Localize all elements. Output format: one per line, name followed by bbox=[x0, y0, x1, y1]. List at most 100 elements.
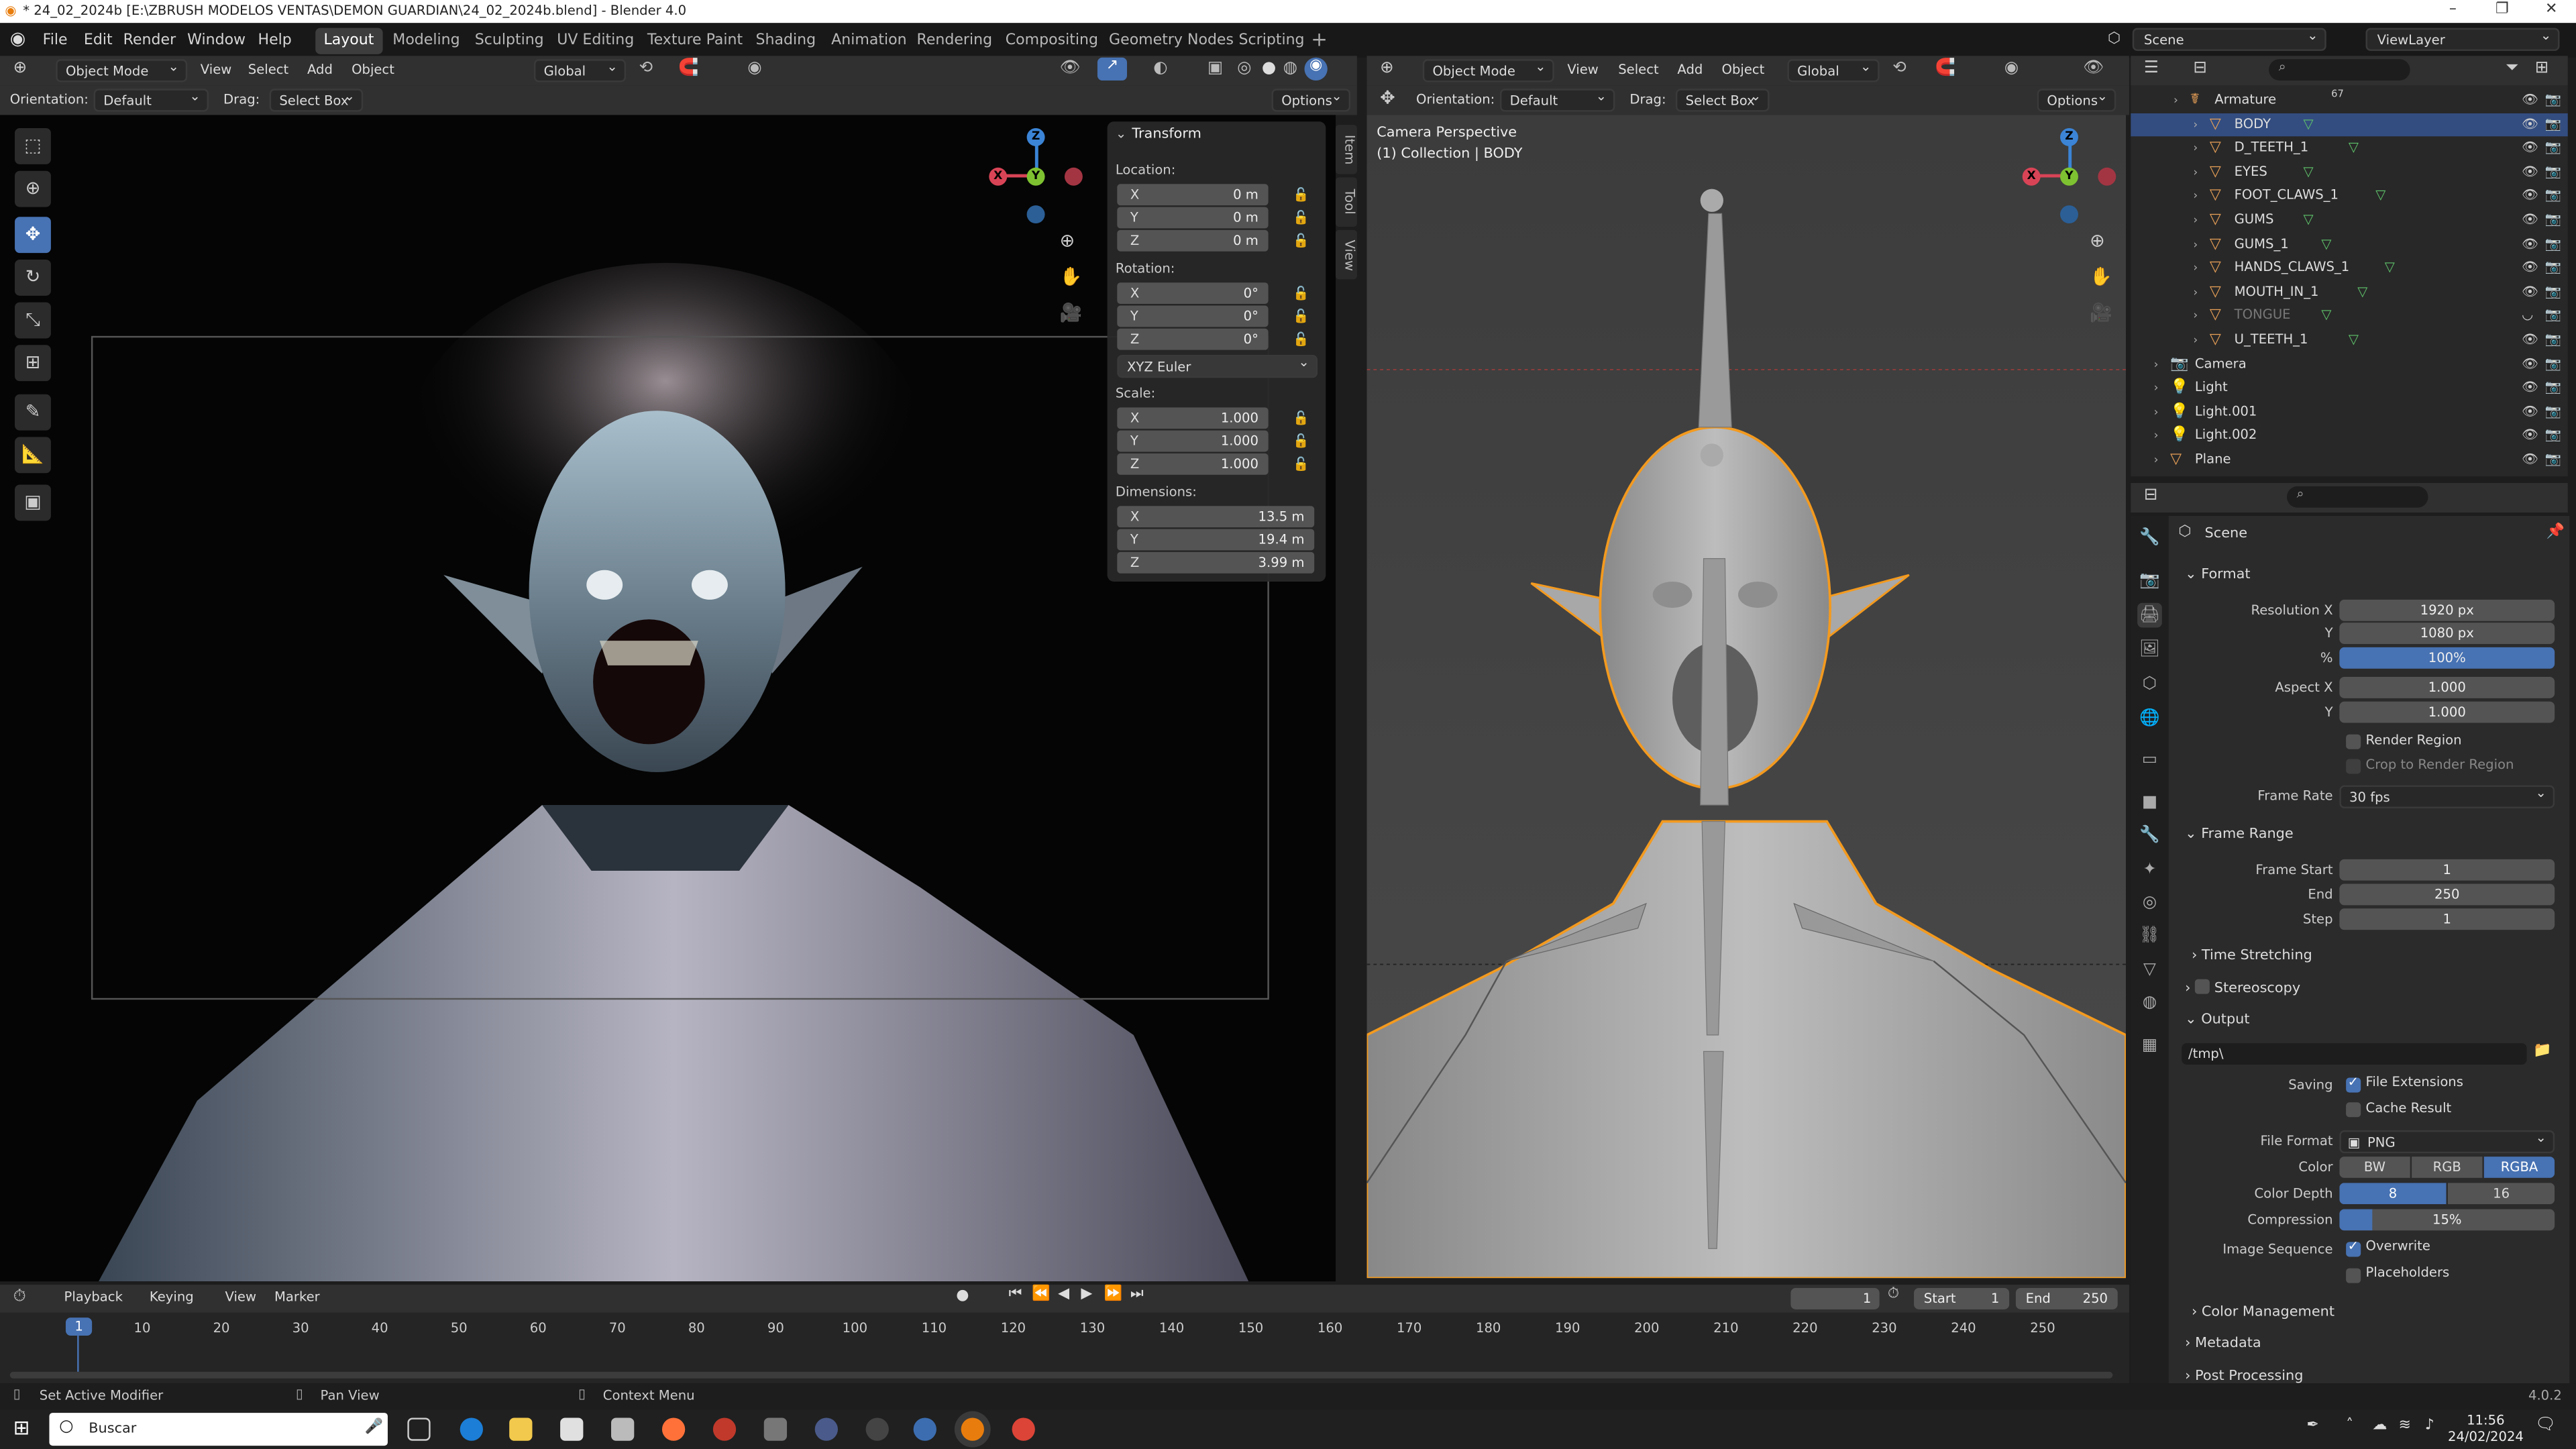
taskbar-date[interactable]: 24/02/2024 bbox=[2448, 1430, 2524, 1444]
visibility-icon[interactable]: 👁 bbox=[1060, 59, 1081, 77]
editor-type-icon[interactable]: ⊕ bbox=[13, 59, 28, 77]
aspect-y-field[interactable]: 1.000 bbox=[2339, 701, 2555, 723]
output-path-input[interactable]: /tmp\ bbox=[2182, 1043, 2527, 1065]
aspect-x-field[interactable]: 1.000 bbox=[2339, 676, 2555, 698]
view-layer-tab-icon[interactable]: 🖼 bbox=[2137, 637, 2162, 662]
color-bw-button[interactable]: BW bbox=[2339, 1157, 2410, 1178]
shading-wireframe-icon[interactable]: ◎ bbox=[1237, 59, 1251, 77]
location-y-field[interactable]: Y 0 m bbox=[1117, 207, 1269, 229]
app-icon[interactable] bbox=[865, 1417, 889, 1441]
play-reverse-icon[interactable]: ◀ bbox=[1058, 1287, 1069, 1303]
mesh-data-icon[interactable]: ▽ bbox=[2303, 209, 2313, 233]
scene-selector[interactable]: Scene bbox=[2132, 25, 2326, 51]
render-tab-icon[interactable]: 📷 bbox=[2137, 568, 2162, 593]
axis-neg-x-icon[interactable] bbox=[2098, 167, 2116, 186]
rotation-y-field[interactable]: Y 0° bbox=[1117, 305, 1269, 327]
outliner-type-icon[interactable]: ☰ bbox=[2144, 59, 2159, 77]
menu-edit[interactable]: Edit bbox=[77, 28, 119, 54]
left-menu-view[interactable]: View bbox=[193, 59, 240, 82]
visibility-icon[interactable]: 👁 bbox=[2083, 59, 2104, 77]
lock-icon[interactable]: 🔓 bbox=[1293, 457, 1309, 472]
blender-menu-icon[interactable]: ◉ bbox=[10, 28, 26, 50]
stereoscopy-checkbox[interactable] bbox=[2195, 979, 2210, 994]
dimensions-y-field[interactable]: Y 19.4 m bbox=[1117, 529, 1315, 551]
menu-help[interactable]: Help bbox=[252, 28, 299, 54]
tab-layout[interactable]: Layout bbox=[315, 28, 382, 54]
outliner-item[interactable]: › ▽ U_TEETH_1 ▽ 👁 📷 bbox=[2131, 329, 2567, 353]
left-drag-dropdown[interactable]: Select Box bbox=[269, 85, 364, 112]
outliner-search-input[interactable]: ⌕ bbox=[2269, 59, 2410, 81]
location-x-field[interactable]: X 0 m bbox=[1117, 184, 1269, 206]
frame-range-section-header[interactable]: ⌄ Frame Range bbox=[2172, 820, 2567, 849]
app-icon[interactable] bbox=[913, 1417, 936, 1441]
time-stretching-section[interactable]: › Time Stretching bbox=[2192, 941, 2569, 971]
right-options-dropdown[interactable]: Options bbox=[2037, 85, 2116, 112]
expand-arrow-icon[interactable]: › bbox=[2154, 376, 2159, 400]
close-icon[interactable]: ✕ bbox=[2527, 1, 2576, 21]
outliner-item[interactable]: › ▽ HANDS_CLAWS_1 ▽ 👁 📷 bbox=[2131, 257, 2567, 281]
clock-icon[interactable]: ⏱ bbox=[1888, 1287, 1899, 1303]
new-collection-icon[interactable]: ⊞ bbox=[2535, 59, 2549, 77]
play-icon[interactable]: ▶ bbox=[1081, 1287, 1092, 1303]
lock-icon[interactable]: 🔓 bbox=[1293, 434, 1309, 449]
expand-arrow-icon[interactable]: › bbox=[2154, 425, 2159, 449]
axis-z-icon[interactable]: Z bbox=[1026, 128, 1045, 146]
scale-z-field[interactable]: Z 1.000 bbox=[1117, 453, 1269, 475]
right-menu-view[interactable]: View bbox=[1559, 59, 1607, 82]
outliner-item[interactable]: › 💡 Light.002 👁 📷 bbox=[2131, 425, 2567, 449]
left-menu-add[interactable]: Add bbox=[299, 59, 341, 82]
rotation-z-field[interactable]: Z 0° bbox=[1117, 328, 1269, 350]
right-menu-select[interactable]: Select bbox=[1610, 59, 1667, 82]
tab-sculpting[interactable]: Sculpting bbox=[467, 28, 552, 54]
visibility-eye-icon[interactable]: 👁 bbox=[2522, 233, 2538, 257]
windows-start-icon[interactable]: ⊞ bbox=[13, 1416, 30, 1439]
tab-animation[interactable]: Animation bbox=[823, 28, 915, 54]
prev-keyframe-icon[interactable]: ⏪ bbox=[1032, 1287, 1050, 1303]
shading-material-icon[interactable]: ◍ bbox=[1283, 59, 1297, 77]
outliner-item[interactable]: › 💡 Light.001 👁 📷 bbox=[2131, 400, 2567, 425]
render-toggle-icon[interactable]: 📷 bbox=[2544, 305, 2561, 329]
left-menu-select[interactable]: Select bbox=[240, 59, 297, 82]
outliner-item[interactable]: › ▽ EYES ▽ 👁 📷 bbox=[2131, 161, 2567, 185]
left-navigation-gizmo[interactable]: Z X Y bbox=[982, 125, 1091, 233]
render-toggle-icon[interactable]: 📷 bbox=[2544, 280, 2561, 305]
mesh-data-icon[interactable]: ▽ bbox=[2321, 233, 2331, 257]
outliner-item[interactable]: › ▽ GUMS ▽ 👁 📷 bbox=[2131, 209, 2567, 233]
render-toggle-icon[interactable]: 📷 bbox=[2544, 113, 2561, 137]
left-mode-dropdown[interactable]: Object Mode bbox=[56, 56, 188, 83]
render-toggle-icon[interactable]: 📷 bbox=[2544, 329, 2561, 353]
camera-view-icon[interactable]: 🎥 bbox=[2090, 303, 2112, 324]
tray-chevron-icon[interactable]: ˄ bbox=[2346, 1417, 2353, 1434]
scene-tab-icon[interactable]: ⬡ bbox=[2137, 672, 2162, 697]
taskbar-search-input[interactable]: ○ Buscar 🎤 bbox=[49, 1413, 388, 1446]
viewlayer-selector[interactable]: ViewLayer bbox=[2365, 25, 2560, 51]
outliner-item[interactable]: › ▽ TONGUE ▽ ◡ 📷 bbox=[2131, 305, 2567, 329]
render-toggle-icon[interactable]: 📷 bbox=[2544, 449, 2561, 473]
mesh-data-icon[interactable]: ▽ bbox=[2321, 305, 2331, 329]
expand-arrow-icon[interactable]: › bbox=[2193, 233, 2198, 257]
sidebar-tab-view[interactable]: View bbox=[1336, 229, 1357, 280]
right-orientation-dropdown[interactable]: Default bbox=[1499, 85, 1615, 112]
overlay-icon[interactable]: ◐ bbox=[1153, 59, 1167, 77]
firefox-icon[interactable] bbox=[661, 1417, 686, 1441]
xray-icon[interactable]: ▣ bbox=[1208, 59, 1223, 77]
render-toggle-icon[interactable]: 📷 bbox=[2544, 233, 2561, 257]
collapse-chevron-icon[interactable]: ⌄ bbox=[1116, 127, 1126, 142]
task-view-icon[interactable] bbox=[407, 1417, 431, 1441]
playhead-indicator[interactable]: 1 bbox=[65, 1318, 93, 1336]
visibility-eye-icon[interactable]: 👁 bbox=[2522, 209, 2538, 233]
record-icon[interactable]: ● bbox=[956, 1288, 969, 1304]
expand-arrow-icon[interactable]: › bbox=[2193, 305, 2198, 329]
placeholders-checkbox[interactable] bbox=[2346, 1268, 2361, 1283]
mesh-data-icon[interactable]: ▽ bbox=[2357, 280, 2367, 305]
start-frame-field[interactable]: Start 1 bbox=[1914, 1288, 2010, 1309]
visibility-eye-icon[interactable]: 👁 bbox=[2522, 400, 2538, 425]
right-navigation-gizmo[interactable]: Z X Y bbox=[2016, 125, 2125, 233]
folder-icon[interactable]: 📁 bbox=[2533, 1043, 2551, 1059]
world-tab-icon[interactable]: 🌐 bbox=[2137, 706, 2162, 731]
metadata-section[interactable]: › Metadata bbox=[2172, 1329, 2567, 1358]
right-menu-add[interactable]: Add bbox=[1669, 59, 1711, 82]
mesh-data-icon[interactable]: ▽ bbox=[2303, 113, 2313, 137]
tab-texture-paint[interactable]: Texture Paint bbox=[639, 28, 751, 54]
chrome-icon[interactable] bbox=[1012, 1417, 1035, 1441]
